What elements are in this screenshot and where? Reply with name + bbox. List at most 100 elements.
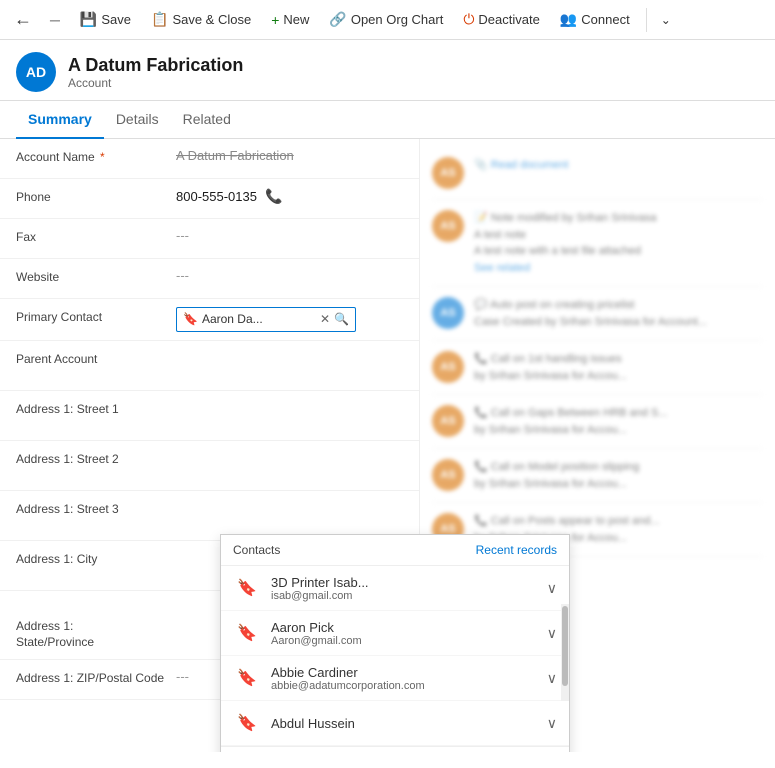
tabs: Summary Details Related bbox=[0, 101, 775, 139]
contacts-list: 🔖 3D Printer Isab... isab@gmail.com ∨ 🔖 … bbox=[221, 566, 569, 746]
contact-item-1[interactable]: 🔖 Aaron Pick Aaron@gmail.com ∨ bbox=[221, 611, 569, 656]
tab-summary[interactable]: Summary bbox=[16, 101, 104, 139]
value-primary-contact: 🔖 Aaron Da... ✕ 🔍 bbox=[176, 307, 403, 332]
new-button[interactable]: + New bbox=[263, 8, 317, 32]
value-website[interactable]: --- bbox=[176, 267, 403, 285]
activity-item-2: AS 💬 Auto post on creating pricelist Cas… bbox=[432, 287, 763, 341]
new-icon: + bbox=[271, 12, 279, 28]
dropdown-footer: + + New Contact Advanced lookup bbox=[221, 746, 569, 752]
activity-text-1: 📝 Note modified by Srihan Srinivasa A te… bbox=[474, 210, 656, 276]
lookup-record-icon: 🔖 bbox=[183, 311, 198, 328]
save-close-button[interactable]: 📋 Save & Close bbox=[143, 7, 259, 32]
lookup-search-button[interactable]: 🔍 bbox=[334, 311, 349, 328]
record-header: AD A Datum Fabrication Account bbox=[0, 40, 775, 101]
toolbar-divider bbox=[646, 8, 647, 32]
contact-icon-2: 🔖 bbox=[233, 664, 261, 692]
open-org-button[interactable]: 🔗 Open Org Chart bbox=[321, 7, 451, 32]
expand-icon-2[interactable]: ∨ bbox=[547, 670, 557, 687]
value-fax[interactable]: --- bbox=[176, 227, 403, 245]
contact-icon-1: 🔖 bbox=[233, 619, 261, 647]
activity-item-4: AS 📞 Call on Gaps Between HRB and S... b… bbox=[432, 395, 763, 449]
activity-avatar-0: AS bbox=[432, 157, 464, 189]
value-account-name[interactable]: A Datum Fabrication bbox=[176, 147, 403, 165]
contact-text-1: Aaron Pick Aaron@gmail.com bbox=[271, 620, 537, 647]
field-primary-contact: Primary Contact 🔖 Aaron Da... ✕ 🔍 bbox=[0, 299, 419, 341]
contact-item-2[interactable]: 🔖 Abbie Cardiner abbie@adatumcorporation… bbox=[221, 656, 569, 701]
connect-icon: 👥 bbox=[560, 11, 577, 28]
label-address-street1: Address 1: Street 1 bbox=[16, 399, 176, 418]
activity-item-5: AS 📞 Call on Model position slipping by … bbox=[432, 449, 763, 503]
tab-details[interactable]: Details bbox=[104, 101, 171, 139]
back-button[interactable]: ← bbox=[8, 5, 38, 34]
contacts-label: Contacts bbox=[233, 543, 280, 557]
activity-avatar-4: AS bbox=[432, 405, 464, 437]
activity-avatar-3: AS bbox=[432, 351, 464, 383]
contacts-dropdown: Contacts Recent records 🔖 3D Printer Isa… bbox=[220, 534, 570, 752]
activity-text-0: 📎 Read document bbox=[474, 157, 568, 174]
expand-icon-0[interactable]: ∨ bbox=[547, 580, 557, 597]
save-icon: 💾 bbox=[80, 11, 97, 28]
label-address-street2: Address 1: Street 2 bbox=[16, 449, 176, 468]
activity-text-3: 📞 Call on 1st handling issues by Srihan … bbox=[474, 351, 627, 384]
field-phone: Phone 800-555-0135 📞 bbox=[0, 179, 419, 219]
label-parent-account: Parent Account bbox=[16, 349, 176, 368]
dropdown-scrollbar[interactable] bbox=[561, 604, 569, 701]
activity-text-4: 📞 Call on Gaps Between HRB and S... by S… bbox=[474, 405, 667, 438]
contact-text-3: Abdul Hussein bbox=[271, 716, 537, 731]
org-icon: 🔗 bbox=[329, 11, 346, 28]
required-indicator: * bbox=[100, 150, 105, 164]
activity-avatar-5: AS bbox=[432, 459, 464, 491]
activity-avatar-2: AS bbox=[432, 297, 464, 329]
field-parent-account: Parent Account bbox=[0, 341, 419, 391]
label-address-zip: Address 1: ZIP/Postal Code bbox=[16, 668, 176, 687]
lookup-field[interactable]: 🔖 Aaron Da... ✕ 🔍 bbox=[176, 307, 356, 332]
activity-item-0: AS 📎 Read document bbox=[432, 147, 763, 200]
activity-text-5: 📞 Call on Model position slipping by Sri… bbox=[474, 459, 639, 492]
main-content: Account Name * A Datum Fabrication Phone… bbox=[0, 139, 775, 752]
dropdown-header: Contacts Recent records bbox=[221, 535, 569, 566]
field-address-street2: Address 1: Street 2 bbox=[0, 441, 419, 491]
phone-icon[interactable]: 📞 bbox=[265, 187, 282, 207]
label-website: Website bbox=[16, 267, 176, 286]
contact-text-0: 3D Printer Isab... isab@gmail.com bbox=[271, 575, 537, 602]
contact-item-3[interactable]: 🔖 Abdul Hussein ∨ bbox=[221, 701, 569, 746]
label-account-name: Account Name * bbox=[16, 147, 176, 166]
contact-icon-3: 🔖 bbox=[233, 709, 261, 737]
toolbar: ← ─ 💾 Save 📋 Save & Close + New 🔗 Open O… bbox=[0, 0, 775, 40]
more-button[interactable]: ⌄ bbox=[655, 9, 677, 31]
deactivate-button[interactable]: ⏻ Deactivate bbox=[455, 7, 548, 32]
save-button[interactable]: 💾 Save bbox=[72, 7, 139, 32]
layout-icon: ─ bbox=[50, 12, 60, 28]
recent-records-link[interactable]: Recent records bbox=[476, 543, 557, 557]
field-fax: Fax --- bbox=[0, 219, 419, 259]
contact-item-0[interactable]: 🔖 3D Printer Isab... isab@gmail.com ∨ bbox=[221, 566, 569, 611]
expand-icon-3[interactable]: ∨ bbox=[547, 715, 557, 732]
label-phone: Phone bbox=[16, 187, 176, 206]
scrollbar-thumb bbox=[562, 606, 568, 686]
activity-item-3: AS 📞 Call on 1st handling issues by Srih… bbox=[432, 341, 763, 395]
activity-text-2: 💬 Auto post on creating pricelist Case C… bbox=[474, 297, 707, 330]
tab-related[interactable]: Related bbox=[171, 101, 243, 139]
contact-icon-0: 🔖 bbox=[233, 574, 261, 602]
label-address-street3: Address 1: Street 3 bbox=[16, 499, 176, 518]
label-primary-contact: Primary Contact bbox=[16, 307, 176, 326]
activity-item-1: AS 📝 Note modified by Srihan Srinivasa A… bbox=[432, 200, 763, 287]
record-title: A Datum Fabrication bbox=[68, 55, 243, 76]
deactivate-icon: ⏻ bbox=[463, 11, 474, 28]
avatar: AD bbox=[16, 52, 56, 92]
expand-icon-1[interactable]: ∨ bbox=[547, 625, 557, 642]
field-website: Website --- bbox=[0, 259, 419, 299]
lookup-clear-button[interactable]: ✕ bbox=[320, 311, 330, 328]
contact-text-2: Abbie Cardiner abbie@adatumcorporation.c… bbox=[271, 665, 537, 692]
connect-button[interactable]: 👥 Connect bbox=[552, 7, 638, 32]
label-address-city: Address 1: City bbox=[16, 549, 176, 568]
label-fax: Fax bbox=[16, 227, 176, 246]
lookup-value: Aaron Da... bbox=[202, 311, 316, 328]
label-address-state: Address 1: State/Province bbox=[16, 599, 176, 651]
layout-button[interactable]: ─ bbox=[42, 8, 68, 32]
field-address-street1: Address 1: Street 1 bbox=[0, 391, 419, 441]
value-phone: 800-555-0135 📞 bbox=[176, 187, 403, 207]
activity-avatar-1: AS bbox=[432, 210, 464, 242]
field-account-name: Account Name * A Datum Fabrication bbox=[0, 139, 419, 179]
record-subtitle: Account bbox=[68, 76, 243, 90]
